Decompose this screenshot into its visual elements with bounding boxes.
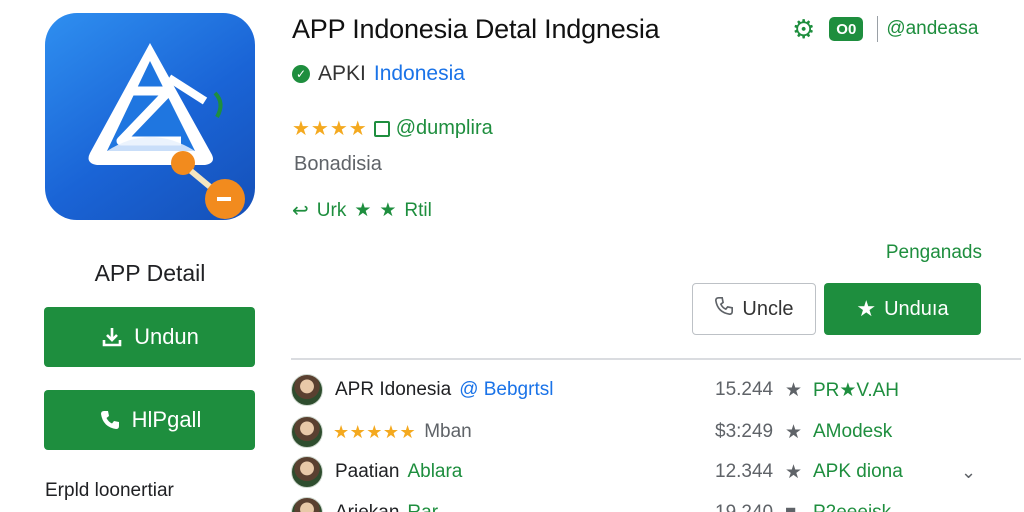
star-icon: ★ bbox=[379, 200, 397, 221]
divider bbox=[877, 16, 879, 42]
list-item-sub: Ablara bbox=[407, 461, 463, 482]
pengan-link[interactable]: Penganads bbox=[886, 242, 982, 264]
avatar bbox=[291, 456, 323, 488]
avatar bbox=[291, 416, 323, 448]
link-row-text: Urk bbox=[316, 199, 347, 221]
call-button[interactable]: HlPgall bbox=[44, 390, 255, 450]
account-handle[interactable]: @andeasa bbox=[886, 18, 978, 40]
link-row[interactable]: ↩ Urk ★ ★ Rtil bbox=[292, 198, 432, 223]
uncle-button-label: Uncle bbox=[742, 297, 794, 320]
list-item-number: 15.244 bbox=[715, 379, 774, 400]
avatar bbox=[291, 497, 323, 512]
download-icon bbox=[100, 325, 124, 349]
app-logo-icon bbox=[45, 13, 255, 220]
list-item[interactable]: ★★★★★ Mban $3:249 ★ AModesk bbox=[291, 413, 1024, 451]
star-icon: ★ bbox=[785, 379, 803, 401]
list-item-number: $3:249 bbox=[715, 421, 774, 442]
list-item-number: 19.240 bbox=[715, 502, 773, 512]
footer-text: Erpld loonertiar bbox=[45, 480, 174, 501]
list-item-sub: Mban bbox=[424, 421, 472, 442]
phone-icon bbox=[98, 408, 122, 432]
square-icon: ■ bbox=[785, 502, 796, 512]
rating-handle[interactable]: @dumplira bbox=[396, 117, 493, 140]
call-button-label: HlPgall bbox=[131, 407, 202, 432]
star-icon: ★ bbox=[354, 200, 372, 221]
developer-prefix: APKI bbox=[318, 62, 366, 85]
list-item-name: Ariekan bbox=[335, 502, 399, 512]
rating-stars: ★★★★ bbox=[292, 118, 368, 140]
category-label: Bonadisia bbox=[294, 153, 382, 175]
list-item-tag: PR★V.AH bbox=[813, 379, 900, 401]
share-arrow-icon: ↩ bbox=[292, 200, 309, 222]
avatar bbox=[291, 374, 323, 406]
gear-icon[interactable]: ⚙ bbox=[792, 16, 815, 42]
developer-link[interactable]: Indonesia bbox=[374, 62, 465, 86]
list-item-number: 12.344 bbox=[715, 461, 774, 482]
star-icon: ★ bbox=[785, 421, 803, 443]
chevron-down-icon[interactable]: ⌄ bbox=[961, 462, 976, 483]
download-button[interactable]: Undun bbox=[44, 307, 255, 367]
verified-check-icon: ✓ bbox=[292, 65, 310, 83]
square-icon bbox=[373, 120, 390, 137]
badge-button[interactable]: O0 bbox=[829, 17, 864, 41]
list-item[interactable]: Ariekan Rar 19.240 ■ P2eeeisk bbox=[291, 494, 1024, 512]
list-item-stars: ★★★★★ bbox=[333, 421, 417, 442]
badge-label: O0 bbox=[836, 20, 857, 38]
star-icon: ★ bbox=[856, 296, 877, 321]
top-actions: ⚙ O0 @andeasa bbox=[792, 14, 979, 44]
install-button-label: Unduıa bbox=[884, 297, 949, 320]
list-item-tag: P2eeeisk bbox=[813, 502, 891, 512]
list-item-name: Paatian bbox=[335, 461, 400, 482]
list-item-tag: AModesk bbox=[813, 421, 893, 442]
list-item[interactable]: Paatian Ablara 12.344 ★ APK diona ⌄ bbox=[291, 453, 1024, 491]
uncle-button[interactable]: Uncle bbox=[692, 283, 816, 335]
list-item-sub: Rar bbox=[407, 502, 438, 512]
star-icon: ★ bbox=[785, 461, 803, 483]
list-item-sub: @ Bebgrtsl bbox=[459, 379, 554, 400]
download-button-label: Undun bbox=[134, 324, 199, 349]
app-detail-title: APP Detail bbox=[94, 260, 206, 286]
phone-icon bbox=[714, 296, 734, 322]
list-item[interactable]: APR Idonesia @ Bebgrtsl 15.244 ★ PR★V.AH bbox=[291, 371, 1024, 409]
page-title: APP Indonesia Detal Indgnesia bbox=[292, 14, 660, 44]
rating-row: ★★★★ @dumplira bbox=[292, 116, 493, 141]
list-item-tag: APK diona bbox=[813, 461, 903, 482]
section-divider bbox=[291, 358, 1021, 360]
list-item-name: APR Idonesia bbox=[335, 379, 452, 400]
install-button[interactable]: ★ Unduıa bbox=[824, 283, 981, 335]
developer-row: ✓ APKI Indonesia bbox=[292, 62, 465, 86]
link-row-tail: Rtil bbox=[404, 199, 432, 221]
